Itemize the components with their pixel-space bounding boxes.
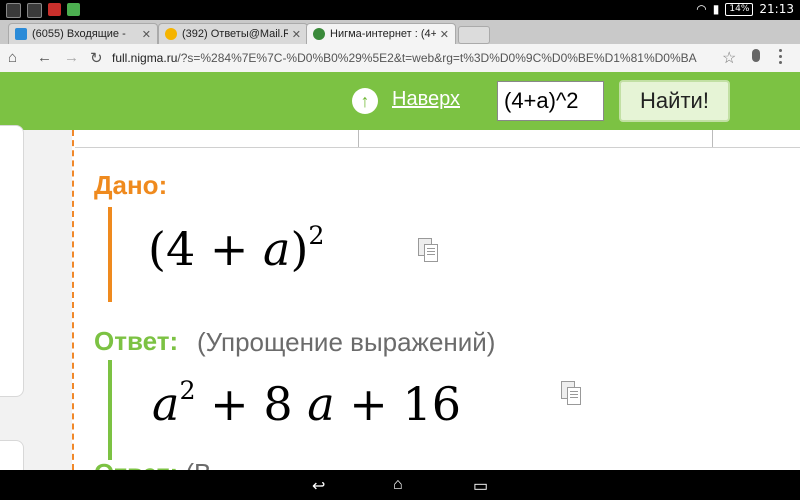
url-path: /?s=%284%7E%7C-%D0%B0%29%5E2&t=web&rg=t%… <box>177 51 697 65</box>
wifi-icon: ◠ <box>696 2 707 16</box>
android-icon <box>67 3 80 16</box>
chat-icon <box>6 3 21 18</box>
scroll-top-link[interactable]: Наверх <box>392 88 460 111</box>
copy-icon[interactable] <box>561 381 581 405</box>
tab-title: (392) Ответы@Mail.Ru <box>182 28 288 40</box>
reload-icon[interactable]: ↻ <box>90 49 103 67</box>
tab-inbox[interactable]: (6055) Входящие - ✕ <box>8 23 158 44</box>
answer-bar <box>108 360 112 460</box>
clock: 21:13 <box>759 2 794 16</box>
close-icon[interactable]: ✕ <box>292 28 301 41</box>
back-nav-icon[interactable]: ↩ <box>312 476 325 496</box>
back-icon[interactable]: ← <box>37 49 52 66</box>
arrow-up-icon[interactable]: ↑ <box>352 88 378 114</box>
address-bar-row: ⌂ ← → ↻ full.nigma.ru/?s=%284%7E%7C-%D0%… <box>0 44 800 73</box>
system-nav-bar: ↩ ⌂ ▭ <box>0 470 800 500</box>
find-button[interactable]: Найти! <box>619 80 730 122</box>
close-icon[interactable]: ✕ <box>142 28 151 41</box>
recents-nav-icon[interactable]: ▭ <box>473 476 488 496</box>
tab-title: (6055) Входящие - <box>32 28 126 40</box>
home-icon[interactable]: ⌂ <box>8 49 17 66</box>
status-bar: ◠ ▮ 14% 21:13 <box>0 0 800 20</box>
tab-answers[interactable]: (392) Ответы@Mail.Ru ✕ <box>158 23 308 44</box>
result-tabs-bar <box>75 130 800 148</box>
home-nav-icon[interactable]: ⌂ <box>393 476 403 494</box>
url-field[interactable]: full.nigma.ru/?s=%284%7E%7C-%D0%B0%29%5E… <box>112 48 724 68</box>
side-panel <box>0 125 24 397</box>
copy-icon[interactable] <box>418 238 438 262</box>
bookmark-star-icon[interactable]: ☆ <box>722 48 736 68</box>
mail-favicon <box>15 28 27 40</box>
menu-icon[interactable] <box>779 49 783 67</box>
answer-expression: a2 + 8 a + 16 <box>152 375 461 431</box>
given-bar <box>108 207 112 302</box>
nigma-favicon <box>313 28 325 40</box>
answer-label: Ответ: <box>94 326 179 356</box>
signal-icon: ▮ <box>712 2 720 16</box>
next-answer-label: Ответ: (В <box>94 458 211 470</box>
battery-indicator: 14% <box>725 2 754 16</box>
given-expression: (4 + a)2 <box>148 220 325 276</box>
close-icon[interactable]: ✕ <box>440 28 449 41</box>
answers-favicon <box>165 28 177 40</box>
shield-icon <box>48 3 61 16</box>
search-input[interactable] <box>497 81 604 121</box>
tab-title: Нигма-интернет : (4+a <box>330 28 436 40</box>
url-host: full.nigma.ru <box>112 51 178 65</box>
mail-icon <box>27 3 42 18</box>
new-tab-button[interactable] <box>458 26 490 44</box>
tab-nigma[interactable]: Нигма-интернет : (4+a ✕ <box>306 23 456 44</box>
forward-icon[interactable]: → <box>64 49 79 66</box>
given-label: Дано: <box>94 170 168 200</box>
microphone-icon[interactable] <box>752 49 760 62</box>
answer-subtitle: (Упрощение выражений) <box>197 327 496 357</box>
browser-tab-strip: (6055) Входящие - ✕ (392) Ответы@Mail.Ru… <box>0 20 800 44</box>
